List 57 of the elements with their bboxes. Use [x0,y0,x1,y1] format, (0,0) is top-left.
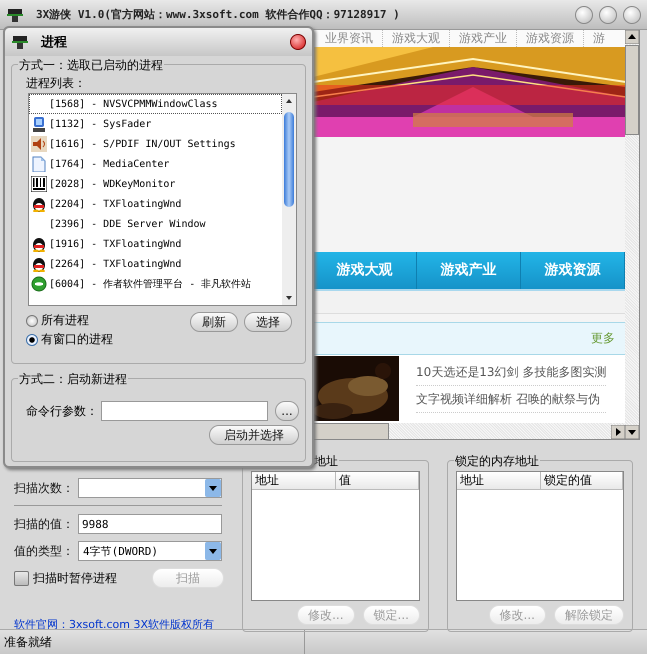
document-icon [31,156,47,172]
input-field[interactable]: 9988 [78,514,222,534]
list-item[interactable]: [1568] - NVSVCPMMWindowClass [29,94,282,114]
list-item[interactable]: [1616] - S/PDIF IN/OUT Settings [29,134,282,154]
checkbox[interactable]: 扫描时暂停进程 [14,570,117,586]
list-item[interactable]: [1132] - SysFader [29,114,282,134]
monitor-icon [31,116,47,132]
field-label: 扫描的值： [14,516,75,532]
news-link[interactable]: 10天选还是13幻剑 多技能多图实测 [416,364,606,386]
scrollbar-thumb[interactable] [313,423,389,439]
field-label: 扫描次数： [14,480,75,496]
field-label: 值的类型： [14,542,75,560]
radio-button[interactable]: 所有进程 [26,312,184,329]
news-link[interactable]: 文字视频详细解析 召唤的献祭与伪 [416,391,606,413]
list-label: 进程列表： [26,75,87,92]
browse-button[interactable]: ... [275,401,299,421]
list-item[interactable]: [6004] - 作者软件管理平台 - 非凡软件站 [29,274,282,294]
window-title: 进程 [41,34,68,51]
column-header[interactable]: 锁定的值 [541,472,623,489]
penguin-icon [31,196,47,212]
website-link[interactable]: 软件官网：3xsoft.com 3X软件版权所有 [14,617,232,632]
list-item[interactable]: [2028] - WDKeyMonitor [29,174,282,194]
select-button[interactable]: 选择 [244,312,292,332]
column-header[interactable]: 地址 [457,472,541,489]
speaker-icon [31,136,47,152]
column-header[interactable]: 值 [336,472,419,489]
vertical-scrollbar[interactable] [625,30,639,439]
dropdown[interactable] [78,478,222,498]
start-button[interactable]: 启动并选择 [209,425,299,445]
barcode-icon [31,176,47,192]
list-item[interactable]: [1916] - TXFloatingWnd [29,234,282,254]
scrollbar[interactable] [282,94,296,305]
input-field[interactable] [101,401,268,421]
radio-button[interactable]: 有窗口的进程 [26,331,184,348]
close-button[interactable] [290,34,306,50]
column-header[interactable]: 地址 [252,472,336,489]
penguin-icon [31,256,47,272]
list-item[interactable]: [2396] - DDE Server Window [29,214,282,234]
refresh-button[interactable]: 刷新 [190,312,238,332]
scrollbar-thumb[interactable] [284,112,294,207]
group-title: 锁定的内存地址 [454,453,540,470]
field-label: 命令行参数： [26,402,98,420]
horizontal-scrollbar[interactable] [313,423,625,439]
status-bar: 准备就绪 [0,630,305,654]
list-item[interactable]: [1764] - MediaCenter [29,154,282,174]
globe-icon [31,276,47,292]
list-item[interactable]: [2204] - TXFloatingWnd [29,194,282,214]
list-item[interactable]: [2264] - TXFloatingWnd [29,254,282,274]
group-title: 方式一：选取已启动的进程 [18,57,164,74]
dropdown[interactable]: 4字节(DWORD) [78,541,222,561]
hat-icon [11,34,29,50]
hat-icon [6,6,24,22]
penguin-icon [31,236,47,252]
window-title: 3X游侠 V1.0(官方网站：www.3xsoft.com 软件合作QQ：97128917 ) [36,7,401,22]
group-title: 方式二：启动新进程 [18,371,128,388]
maximize-button[interactable] [599,6,617,24]
minimize-button[interactable] [575,6,593,24]
